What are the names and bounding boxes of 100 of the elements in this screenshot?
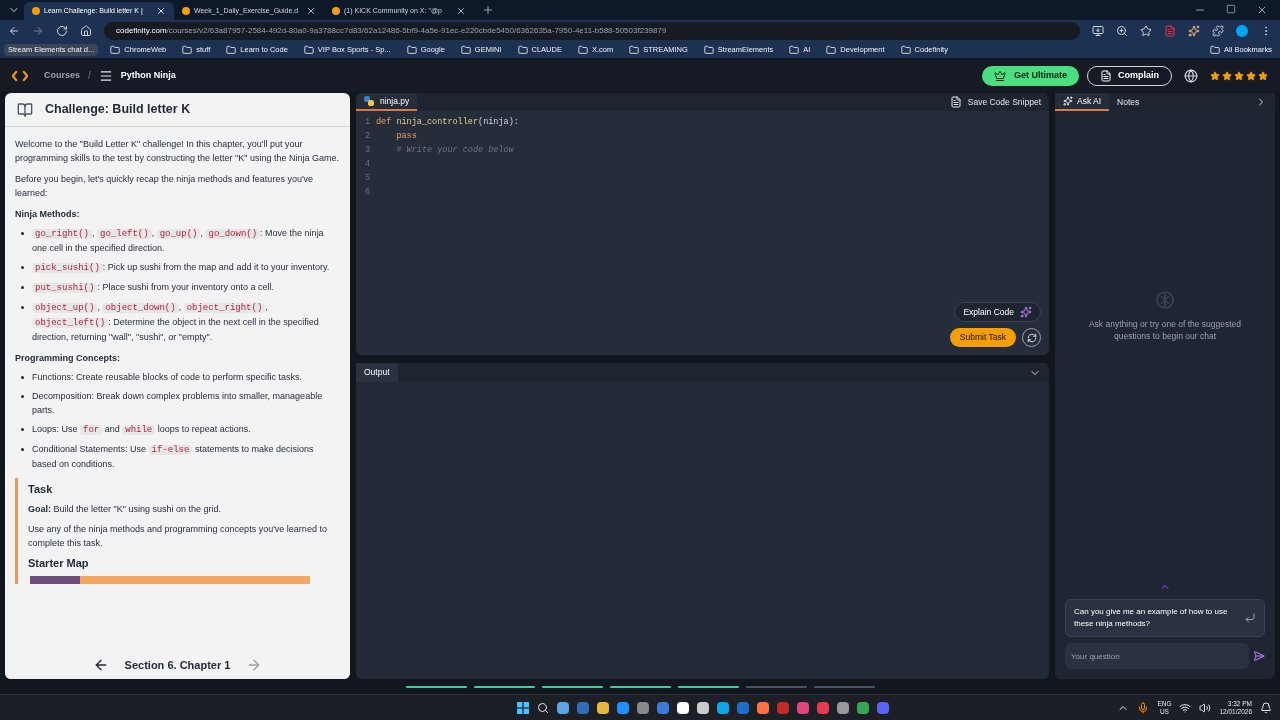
code-line: def ninja_controller(ninja): [376, 116, 519, 129]
challenge-title: Challenge: Build letter K [45, 101, 191, 119]
bullet-icon [21, 448, 24, 451]
bullet-icon [21, 232, 24, 235]
intro-paragraph: Before you begin, let's quickly recap the ninja methods and features you've learned: [15, 173, 315, 200]
file-tab[interactable]: ninja.py [356, 93, 418, 111]
empty-state-text: Ask anything or try one of the suggested questions to begin our chat [1087, 318, 1243, 342]
map-title: Starter Map [28, 556, 90, 570]
taskbar-app-icon[interactable] [756, 701, 769, 714]
bullet-icon [21, 306, 24, 309]
profile-avatar[interactable] [1236, 25, 1248, 37]
taskbar-app-icon[interactable] [696, 701, 709, 714]
list-item-text: Decomposition: Break down complex problems into smaller, manageable parts. [32, 390, 324, 417]
folder-icon [460, 45, 471, 55]
submit-task-button[interactable]: Submit Task [949, 328, 1016, 347]
folder-icon [1210, 45, 1221, 55]
code-line: pass [395, 130, 417, 143]
star-icon[interactable] [1246, 70, 1256, 81]
close-icon[interactable] [156, 6, 166, 16]
favicon-icon [32, 7, 40, 15]
bullet-icon [21, 266, 24, 269]
star-icon[interactable] [1222, 70, 1232, 81]
folder-icon [629, 45, 640, 55]
taskbar-app-icon[interactable] [676, 701, 689, 714]
section-heading: Programming Concepts: [15, 352, 121, 365]
star-icon[interactable] [1258, 70, 1268, 81]
logo-icon [12, 69, 28, 82]
bullet-icon [21, 376, 24, 379]
suggested-question[interactable]: Can you give me an example of how to use these ninja methods? [1065, 599, 1265, 637]
output-tab[interactable]: Output [356, 363, 398, 382]
list-item-text: pick_sushi() : Pick up sushi from the map and add it to your inventory. [32, 260, 330, 275]
folder-icon [789, 45, 800, 55]
zoom-icon[interactable] [1116, 25, 1128, 37]
task-title: Task [28, 482, 54, 496]
new-tab-icon[interactable] [482, 4, 494, 16]
menu-icon[interactable] [98, 68, 113, 83]
document-icon [949, 96, 962, 108]
extensions-icon[interactable] [1212, 25, 1224, 37]
ai-logo-icon [1155, 290, 1175, 310]
list-item-text: go_right() , go_left() , go_up() , go_down() : Move the ninja one cell in the specified direction. [32, 227, 325, 255]
folder-icon [182, 45, 193, 55]
list-item-text: Loops: Use for and while loops to repeat actions. [32, 423, 251, 437]
folder-icon [226, 45, 237, 55]
list-item-text: put_sushi() : Place sushi from your inventory onto a cell. [32, 280, 274, 295]
taskbar-app-icon[interactable] [596, 701, 609, 714]
microphone-icon[interactable] [1137, 701, 1150, 714]
close-icon[interactable] [456, 6, 466, 16]
home-icon[interactable] [80, 25, 92, 37]
install-icon[interactable] [1092, 25, 1104, 37]
close-icon[interactable] [306, 6, 316, 16]
folder-icon [406, 45, 417, 55]
assistant-tab[interactable]: Notes [1109, 93, 1148, 111]
breadcrumb-link[interactable]: Courses [44, 68, 80, 83]
maximize-icon[interactable] [1226, 4, 1236, 14]
bullet-icon [21, 395, 24, 398]
question-field[interactable]: Your question [1065, 643, 1249, 669]
close-icon[interactable] [1256, 4, 1268, 16]
star-rating[interactable] [1210, 70, 1268, 81]
bookmark-star-icon[interactable] [1140, 25, 1152, 37]
network-icon[interactable] [1179, 701, 1192, 714]
python-icon [364, 96, 374, 106]
line-number: 3 [363, 144, 370, 157]
assistant-tab[interactable]: Ask AI [1055, 93, 1110, 111]
book-icon [17, 101, 33, 118]
folder-icon [110, 45, 121, 55]
folder-icon [703, 45, 714, 55]
back-icon[interactable] [8, 25, 20, 37]
taskbar-app-icon[interactable] [716, 701, 729, 714]
bullet-icon [21, 428, 24, 431]
taskbar-app-icon[interactable] [556, 701, 569, 714]
extension-icon[interactable] [1188, 25, 1200, 37]
save-snippet-button[interactable]: Save Code Snippet [941, 93, 1049, 111]
folder-icon [517, 45, 528, 55]
folder-icon [577, 45, 588, 55]
refresh-icon [1026, 332, 1037, 343]
language-icon[interactable] [1184, 68, 1198, 83]
start-icon[interactable] [516, 701, 529, 714]
favicon-icon [332, 7, 340, 15]
favicon-icon [182, 7, 190, 15]
address-field[interactable]: codefinity.com/courses/v2/63a87957-2584-492d-80a0-9a3788cc7d83/62a12486-5bf9-4a5e-91ec-e220cbde5450/6362635a-7950-4e11-b588-50503f239879 [104, 22, 1080, 40]
crown-icon [993, 69, 1006, 82]
chapter-label: Section 6. Chapter 1 [124, 657, 231, 673]
pdf-extension-icon[interactable] [1164, 25, 1176, 37]
list-item-text: Conditional Statements: Use if-else statements to make decisions based on conditions. [32, 443, 315, 471]
enter-icon [1244, 612, 1256, 624]
taskbar-app-icon[interactable] [836, 701, 849, 714]
line-number: 4 [363, 158, 370, 171]
star-icon[interactable] [1210, 70, 1220, 81]
volume-icon[interactable] [1199, 701, 1212, 714]
get-ultimate-button[interactable]: Get Ultimate [981, 65, 1079, 86]
star-icon[interactable] [1234, 70, 1244, 81]
line-number: 2 [363, 130, 370, 143]
notification-icon[interactable] [1260, 701, 1272, 714]
reload-icon[interactable] [56, 25, 68, 37]
explain-code-button[interactable]: Explain Code [954, 302, 1041, 322]
line-number: 6 [363, 186, 370, 199]
breadcrumb-separator: / [88, 69, 91, 83]
list-item-text: object_up() , object_down() , object_right() , object_left() : Determine the object in the next cell in the specified direction, returning "wall", "sushi", or "empty". [32, 301, 320, 344]
search-icon[interactable] [536, 701, 549, 714]
send-icon[interactable] [1253, 650, 1265, 662]
